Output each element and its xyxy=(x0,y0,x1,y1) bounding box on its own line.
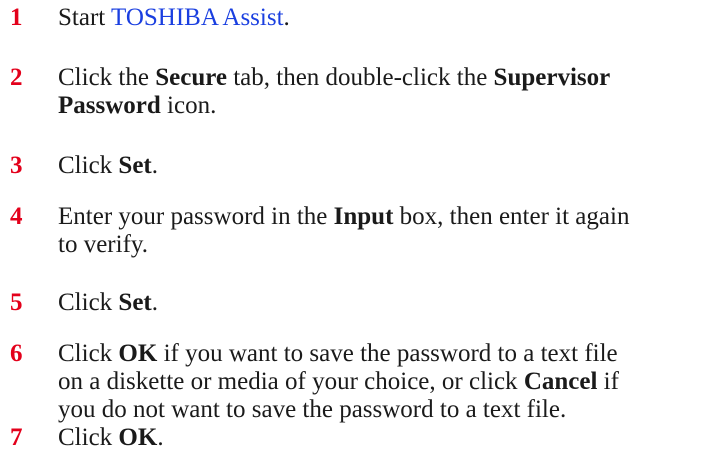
step-text-segment: to verify. xyxy=(58,231,149,258)
step-number: 5 xyxy=(10,289,23,316)
step-number: 2 xyxy=(10,64,23,91)
step-text-segment: icon. xyxy=(160,92,217,119)
step-text: Enter your password in the Input box, th… xyxy=(58,203,718,259)
step-text: Click Set. xyxy=(58,152,718,180)
step-text: Click OK. xyxy=(58,424,718,452)
ui-term-input: Input xyxy=(333,203,394,230)
step-text-segment: you do not want to save the password to … xyxy=(58,396,567,423)
ui-term-supervisor: Supervisor xyxy=(493,64,611,91)
step-number: 1 xyxy=(10,4,23,31)
step-text-segment: Click the xyxy=(58,64,156,91)
step-text-segment: if you want to save the password to a te… xyxy=(157,340,618,367)
step-text-segment: if xyxy=(597,368,619,395)
ui-term-ok: OK xyxy=(118,424,158,451)
ui-term-set: Set xyxy=(118,289,152,316)
step-text-segment: on a diskette or media of your choice, o… xyxy=(58,368,524,395)
step-text-segment: tab, then double-click the xyxy=(226,64,494,91)
step-text-segment: Click xyxy=(58,340,119,367)
step-number: 7 xyxy=(10,424,23,451)
step-text-segment: Click xyxy=(58,424,119,451)
step-text-segment: . xyxy=(157,424,164,451)
step-number: 6 xyxy=(10,340,23,367)
step-text-segment: Click xyxy=(58,152,119,179)
step-text-segment: Start xyxy=(58,4,112,31)
toshiba-assist-link[interactable]: TOSHIBA Assist xyxy=(111,4,284,31)
step-number: 3 xyxy=(10,152,23,179)
step-text-segment: . xyxy=(151,152,158,179)
ui-term-ok: OK xyxy=(118,340,158,367)
step-number: 4 xyxy=(10,203,23,230)
ui-term-cancel: Cancel xyxy=(523,368,598,395)
step-text: Click the Secure tab, then double-click … xyxy=(58,64,718,120)
ui-term-password: Password xyxy=(58,92,161,119)
ui-term-set: Set xyxy=(118,152,152,179)
ui-term-secure: Secure xyxy=(155,64,227,91)
step-text-segment: Click xyxy=(58,289,119,316)
step-text: Click OK if you want to save the passwor… xyxy=(58,340,718,424)
step-text: Start TOSHIBA Assist. xyxy=(58,4,718,32)
step-text-segment: Enter your password in the xyxy=(58,203,334,230)
step-text-segment: . xyxy=(151,289,158,316)
step-text-segment: . xyxy=(283,4,290,31)
step-text: Click Set. xyxy=(58,289,718,317)
step-text-segment: box, then enter it again xyxy=(393,203,630,230)
